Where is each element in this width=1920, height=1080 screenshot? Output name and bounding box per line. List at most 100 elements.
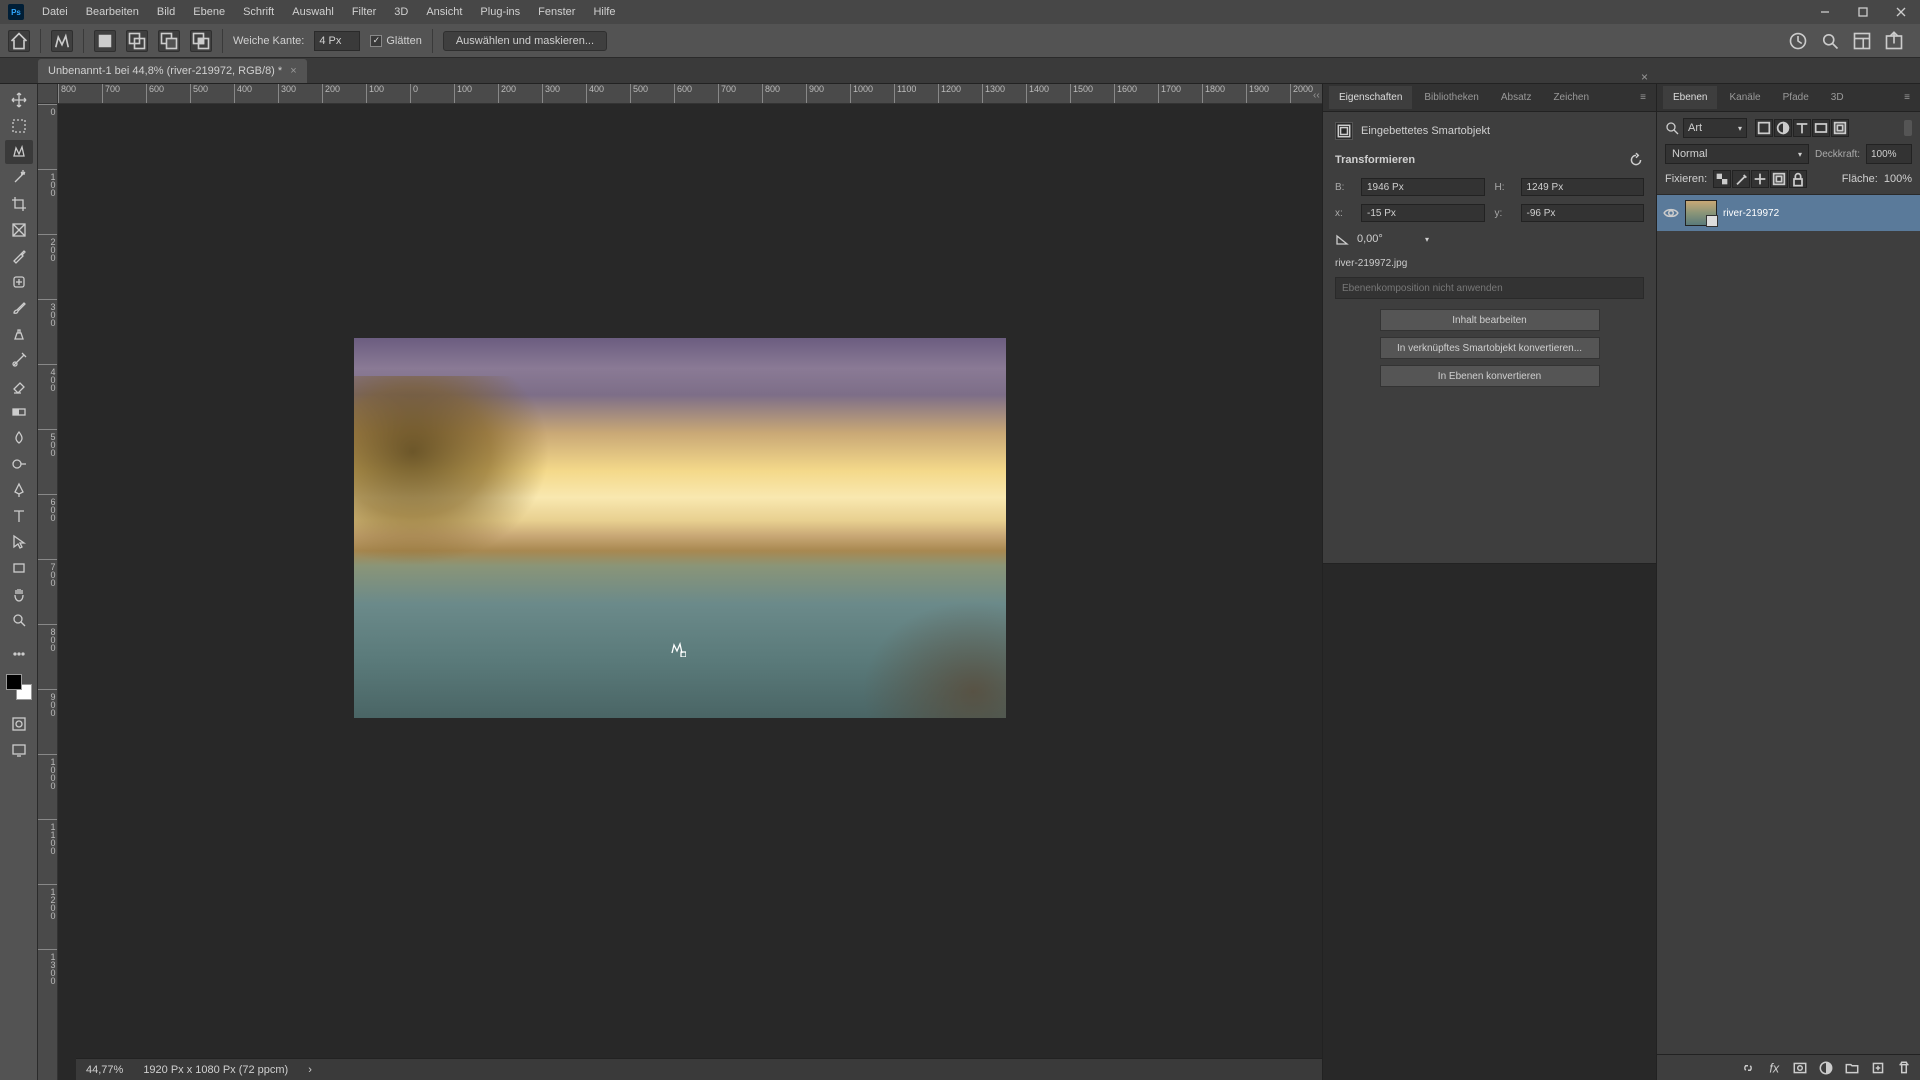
menu-plugins[interactable]: Plug-ins	[472, 2, 528, 22]
filter-smartobject-icon[interactable]	[1831, 119, 1849, 137]
document-info[interactable]: 1920 Px x 1080 Px (72 ppcm)	[143, 1064, 288, 1076]
brush-tool[interactable]	[5, 296, 33, 320]
opacity-input[interactable]: 100%	[1866, 144, 1912, 164]
screenmode-toggle[interactable]	[5, 738, 33, 762]
frame-tool[interactable]	[5, 218, 33, 242]
zoom-tool[interactable]	[5, 608, 33, 632]
lasso-tool[interactable]	[5, 140, 33, 164]
lock-artboard-icon[interactable]	[1770, 170, 1788, 188]
tab-kanaele[interactable]: Kanäle	[1719, 86, 1770, 109]
reset-transform-icon[interactable]	[1628, 152, 1644, 168]
filter-adjustment-icon[interactable]	[1774, 119, 1792, 137]
angle-input[interactable]: 0,00°	[1357, 233, 1417, 245]
dodge-tool[interactable]	[5, 452, 33, 476]
select-and-mask-button[interactable]: Auswählen und maskieren...	[443, 31, 607, 51]
selection-intersect-button[interactable]	[190, 30, 212, 52]
filter-toggle[interactable]	[1904, 120, 1912, 136]
cloud-docs-icon[interactable]	[1788, 31, 1808, 51]
lock-all-icon[interactable]	[1789, 170, 1807, 188]
layer-row[interactable]: river-219972	[1657, 195, 1920, 231]
canvas-image[interactable]	[354, 338, 1006, 718]
share-icon[interactable]	[1884, 31, 1904, 51]
workspace-icon[interactable]	[1852, 31, 1872, 51]
home-button[interactable]	[8, 30, 30, 52]
menu-bearbeiten[interactable]: Bearbeiten	[78, 2, 147, 22]
tab-zeichen[interactable]: Zeichen	[1543, 86, 1599, 109]
lock-pixels-icon[interactable]	[1732, 170, 1750, 188]
layer-visibility-toggle[interactable]	[1663, 205, 1679, 221]
layer-mask-icon[interactable]	[1792, 1060, 1808, 1076]
y-input[interactable]: -96 Px	[1521, 204, 1645, 222]
quickmask-toggle[interactable]	[5, 712, 33, 736]
width-input[interactable]: 1946 Px	[1361, 178, 1485, 196]
group-layers-icon[interactable]	[1844, 1060, 1860, 1076]
eraser-tool[interactable]	[5, 374, 33, 398]
selection-new-button[interactable]	[94, 30, 116, 52]
tab-eigenschaften[interactable]: Eigenschaften	[1329, 86, 1412, 109]
marquee-tool[interactable]	[5, 114, 33, 138]
link-layers-icon[interactable]	[1740, 1060, 1756, 1076]
eyedropper-tool[interactable]	[5, 244, 33, 268]
feather-input[interactable]: 4 Px	[314, 31, 360, 51]
menu-schrift[interactable]: Schrift	[235, 2, 282, 22]
vertical-ruler[interactable]: 0100200300400500600700800900100011001200…	[38, 104, 58, 1080]
antialias-checkbox[interactable]: Glätten	[370, 35, 421, 47]
menu-bild[interactable]: Bild	[149, 2, 183, 22]
ruler-origin[interactable]	[38, 84, 58, 104]
layer-thumbnail[interactable]	[1685, 200, 1717, 226]
move-tool[interactable]	[5, 88, 33, 112]
zoom-level[interactable]: 44,77%	[86, 1064, 123, 1076]
healing-brush-tool[interactable]	[5, 270, 33, 294]
menu-ansicht[interactable]: Ansicht	[418, 2, 470, 22]
angle-dropdown-icon[interactable]: ▾	[1425, 235, 1429, 244]
edit-toolbar-button[interactable]	[5, 642, 33, 666]
crop-tool[interactable]	[5, 192, 33, 216]
history-brush-tool[interactable]	[5, 348, 33, 372]
filter-pixel-icon[interactable]	[1755, 119, 1773, 137]
window-close-button[interactable]	[1882, 0, 1920, 24]
convert-to-linked-button[interactable]: In verknüpftes Smartobjekt konvertieren.…	[1380, 337, 1600, 359]
tab-3d[interactable]: 3D	[1821, 86, 1854, 109]
menu-3d[interactable]: 3D	[386, 2, 416, 22]
menu-hilfe[interactable]: Hilfe	[585, 2, 623, 22]
menu-auswahl[interactable]: Auswahl	[284, 2, 342, 22]
tab-ebenen[interactable]: Ebenen	[1663, 86, 1717, 109]
magic-wand-tool[interactable]	[5, 166, 33, 190]
color-swatches[interactable]	[6, 674, 32, 700]
menu-ebene[interactable]: Ebene	[185, 2, 233, 22]
path-selection-tool[interactable]	[5, 530, 33, 554]
menu-fenster[interactable]: Fenster	[530, 2, 583, 22]
pen-tool[interactable]	[5, 478, 33, 502]
search-icon[interactable]	[1820, 31, 1840, 51]
panel-close-icon[interactable]: ×	[1637, 70, 1652, 84]
tab-pfade[interactable]: Pfade	[1773, 86, 1819, 109]
foreground-color-swatch[interactable]	[6, 674, 22, 690]
clone-stamp-tool[interactable]	[5, 322, 33, 346]
delete-layer-icon[interactable]	[1896, 1060, 1912, 1076]
current-tool-icon[interactable]	[51, 30, 73, 52]
layer-name[interactable]: river-219972	[1723, 208, 1779, 219]
edit-contents-button[interactable]: Inhalt bearbeiten	[1380, 309, 1600, 331]
hand-tool[interactable]	[5, 582, 33, 606]
rectangle-tool[interactable]	[5, 556, 33, 580]
adjustment-layer-icon[interactable]	[1818, 1060, 1834, 1076]
lock-position-icon[interactable]	[1751, 170, 1769, 188]
tab-bibliotheken[interactable]: Bibliotheken	[1414, 86, 1488, 109]
fill-input[interactable]: 100%	[1884, 173, 1912, 185]
selection-add-button[interactable]	[126, 30, 148, 52]
filter-kind-dropdown[interactable]: Art▾	[1683, 118, 1747, 138]
panel-menu-icon[interactable]: ≡	[1900, 92, 1914, 103]
type-tool[interactable]	[5, 504, 33, 528]
tab-absatz[interactable]: Absatz	[1491, 86, 1542, 109]
blend-mode-dropdown[interactable]: Normal▾	[1665, 144, 1809, 164]
document-tab[interactable]: Unbenannt-1 bei 44,8% (river-219972, RGB…	[38, 59, 307, 83]
gradient-tool[interactable]	[5, 400, 33, 424]
lock-transparency-icon[interactable]	[1713, 170, 1731, 188]
filter-shape-icon[interactable]	[1812, 119, 1830, 137]
x-input[interactable]: -15 Px	[1361, 204, 1485, 222]
search-icon[interactable]	[1665, 121, 1679, 135]
window-minimize-button[interactable]	[1806, 0, 1844, 24]
panel-menu-icon[interactable]: ≡	[1636, 92, 1650, 103]
height-input[interactable]: 1249 Px	[1521, 178, 1645, 196]
new-layer-icon[interactable]	[1870, 1060, 1886, 1076]
